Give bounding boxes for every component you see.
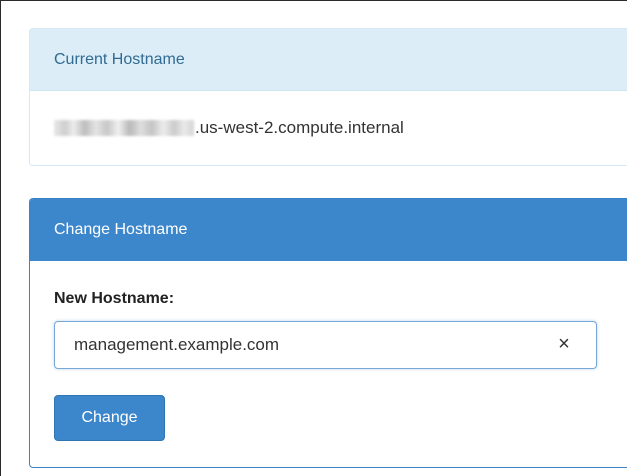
new-hostname-field-wrapper: ×	[54, 321, 597, 369]
current-hostname-heading: Current Hostname	[30, 29, 627, 91]
current-hostname-body: .us-west-2.compute.internal	[30, 91, 627, 165]
change-button[interactable]: Change	[54, 395, 165, 441]
change-hostname-body: New Hostname: × Change	[30, 261, 627, 467]
change-hostname-panel: Change Hostname New Hostname: × Change	[29, 198, 627, 468]
page-frame: Current Hostname .us-west-2.compute.inte…	[0, 0, 627, 476]
redacted-hostname-prefix	[54, 120, 194, 136]
close-icon[interactable]: ×	[554, 334, 574, 354]
change-hostname-heading: Change Hostname	[30, 199, 627, 261]
current-hostname-panel: Current Hostname .us-west-2.compute.inte…	[29, 28, 627, 166]
current-hostname-value: .us-west-2.compute.internal	[195, 118, 404, 137]
new-hostname-input[interactable]	[55, 322, 554, 368]
new-hostname-label: New Hostname:	[54, 290, 175, 307]
